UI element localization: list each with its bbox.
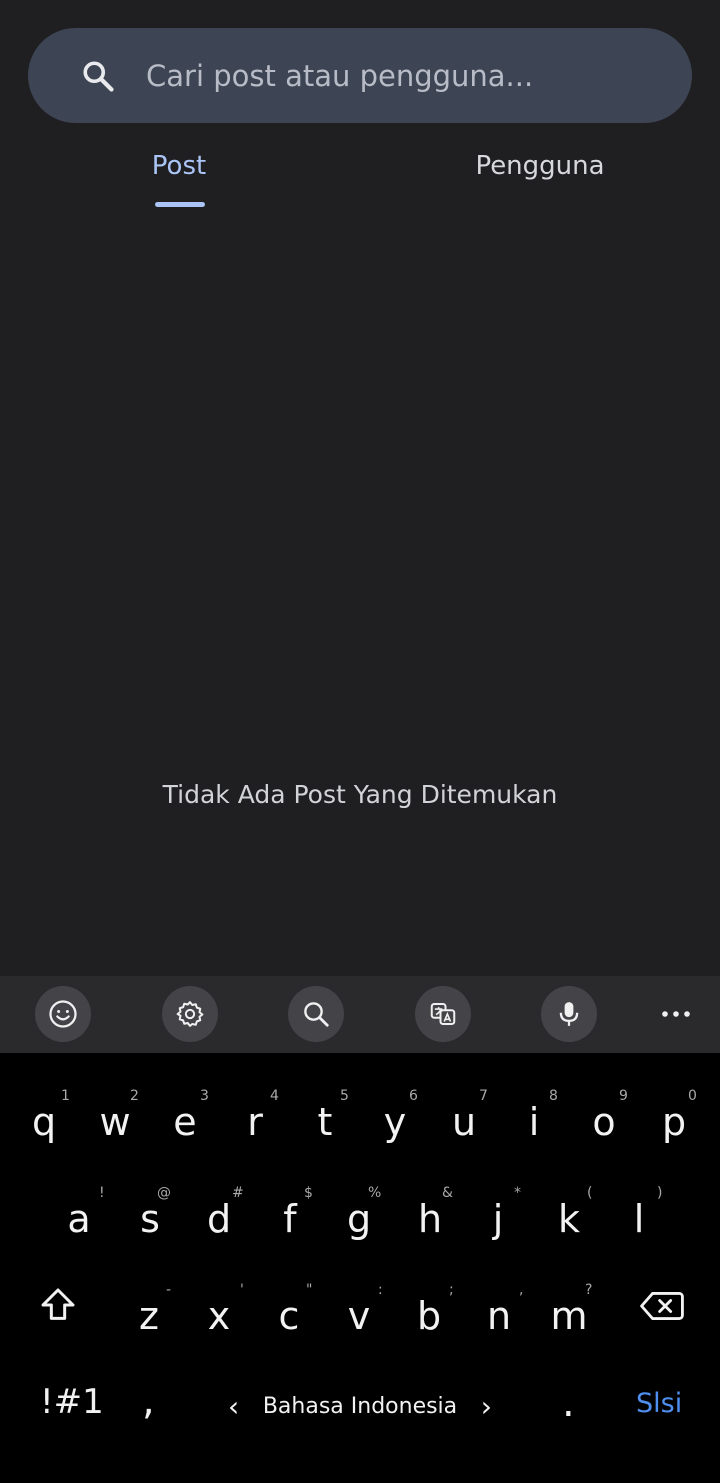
key-label: r	[247, 1100, 263, 1144]
key-v[interactable]: :v	[324, 1256, 394, 1346]
search-icon	[83, 61, 114, 92]
key-u[interactable]: 7u	[429, 1062, 499, 1152]
key-n[interactable]: ,n	[464, 1256, 534, 1346]
key-r[interactable]: 4r	[220, 1062, 290, 1152]
key-f[interactable]: $ f	[255, 1159, 325, 1249]
backspace-key[interactable]	[640, 1289, 684, 1332]
enter-key[interactable]: Slsi	[636, 1388, 682, 1419]
key-j[interactable]: * j	[463, 1159, 533, 1249]
emoji-icon[interactable]	[35, 986, 91, 1042]
key-label: e	[173, 1100, 197, 1144]
key-k[interactable]: (k	[534, 1159, 604, 1249]
key-b[interactable]: ; b	[394, 1256, 464, 1346]
key-label: x	[207, 1294, 231, 1338]
keyboard-toolbar	[0, 976, 720, 1053]
period-key[interactable]: .	[562, 1380, 575, 1426]
key-label: z	[139, 1294, 159, 1338]
microphone-icon[interactable]	[541, 986, 597, 1042]
key-label: p	[661, 1100, 687, 1144]
key-w[interactable]: 2w	[80, 1062, 150, 1152]
key-label: j	[492, 1197, 504, 1241]
search-bar[interactable]	[28, 28, 692, 123]
key-label: s	[140, 1197, 160, 1241]
chevron-right-icon[interactable]: ›	[481, 1390, 492, 1423]
key-label: i	[528, 1100, 540, 1144]
key-label: b	[416, 1294, 442, 1338]
symbols-key[interactable]: !#1	[40, 1382, 104, 1422]
translate-icon[interactable]	[415, 986, 471, 1042]
key-s[interactable]: @ s	[115, 1159, 185, 1249]
key-l[interactable]: ) l	[604, 1159, 674, 1249]
more-icon[interactable]	[648, 986, 704, 1042]
key-label: v	[347, 1294, 371, 1338]
key-label: k	[557, 1197, 580, 1241]
key-g[interactable]: % g	[324, 1159, 394, 1249]
key-label: w	[99, 1100, 131, 1144]
key-y[interactable]: 6y	[360, 1062, 430, 1152]
keyboard-search-icon[interactable]	[288, 986, 344, 1042]
spacebar-language[interactable]: ‹ Bahasa Indonesia ›	[228, 1386, 492, 1426]
key-p[interactable]: 0p	[639, 1062, 709, 1152]
comma-key[interactable]: ,	[142, 1378, 155, 1424]
key-d[interactable]: # d	[184, 1159, 254, 1249]
key-label: h	[417, 1197, 443, 1241]
key-label: c	[278, 1294, 300, 1338]
key-label: l	[633, 1197, 645, 1241]
settings-icon[interactable]	[162, 986, 218, 1042]
key-label: y	[383, 1100, 407, 1144]
key-h[interactable]: & h	[395, 1159, 465, 1249]
key-label: d	[206, 1197, 232, 1241]
key-c[interactable]: " c	[254, 1256, 324, 1346]
key-a[interactable]: ! a	[44, 1159, 114, 1249]
key-z[interactable]: -z	[114, 1256, 184, 1346]
key-label: t	[317, 1100, 333, 1144]
active-tab-indicator	[155, 202, 205, 207]
shift-icon	[41, 1288, 75, 1320]
key-label: m	[550, 1294, 588, 1338]
key-i[interactable]: 8i	[499, 1062, 569, 1152]
language-label: Bahasa Indonesia	[262, 1393, 458, 1419]
key-e[interactable]: 3e	[150, 1062, 220, 1152]
key-label: o	[592, 1100, 616, 1144]
key-o[interactable]: 9o	[569, 1062, 639, 1152]
key-label: a	[67, 1197, 91, 1241]
tab-pengguna[interactable]: Pengguna	[440, 142, 640, 208]
backspace-icon	[640, 1292, 684, 1320]
key-q[interactable]: 1q	[9, 1062, 79, 1152]
empty-state-message: Tidak Ada Post Yang Ditemukan	[162, 780, 558, 809]
key-label: n	[486, 1294, 512, 1338]
tab-post[interactable]: Post	[118, 142, 240, 208]
key-label: u	[451, 1100, 477, 1144]
search-input[interactable]	[146, 48, 666, 103]
shift-key[interactable]	[38, 1285, 78, 1334]
chevron-left-icon[interactable]: ‹	[228, 1390, 239, 1423]
key-x[interactable]: ' x	[184, 1256, 254, 1346]
key-label: q	[31, 1100, 57, 1144]
key-label: f	[283, 1197, 297, 1241]
key-m[interactable]: ? m	[534, 1256, 604, 1346]
key-label: g	[346, 1197, 372, 1241]
search-screen: Post Pengguna Tidak Ada Post Yang Ditemu…	[0, 0, 720, 976]
key-t[interactable]: 5t	[290, 1062, 360, 1152]
